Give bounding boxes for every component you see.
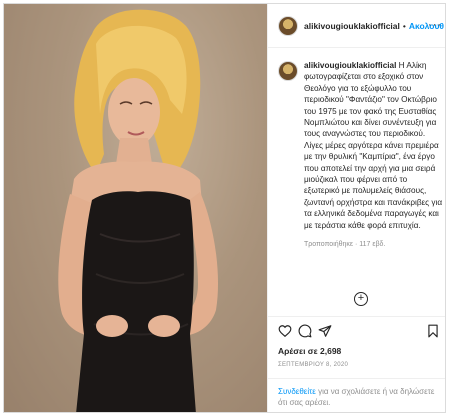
post-photo[interactable] (4, 4, 267, 412)
header-username[interactable]: alikivougiouklakiofficial (304, 21, 400, 31)
comment-icon[interactable] (298, 324, 312, 338)
action-bar (268, 316, 445, 344)
login-link[interactable]: Συνδεθείτε (278, 387, 316, 396)
caption-text: Η Αλίκη φωτογραφίζεται στο εξοχικό στον … (304, 61, 443, 230)
header-separator: • (402, 20, 406, 31)
login-prompt: Συνδεθείτε για να σχολιάσετε ή να δηλώσε… (268, 378, 445, 412)
paper-plane-icon[interactable] (318, 324, 332, 338)
likes-count[interactable]: Αρέσει σε 2,698 (278, 346, 341, 356)
avatar[interactable] (278, 15, 298, 36)
caption-body: alikivougiouklakiofficial Η Αλίκη φωτογρ… (304, 60, 444, 251)
more-options-icon[interactable]: ··· (428, 19, 442, 31)
post-header: alikivougiouklakiofficial • Ακολουθ ··· (268, 4, 445, 48)
heart-icon[interactable] (278, 324, 292, 338)
caption-meta: Τροποποιήθηκε · 117 εβδ. (304, 241, 386, 249)
instagram-post: alikivougiouklakiofficial • Ακολουθ ··· … (3, 3, 446, 413)
caption-username[interactable]: alikivougiouklakiofficial (304, 61, 396, 70)
post-side-panel: alikivougiouklakiofficial • Ακολουθ ··· … (267, 4, 445, 412)
load-more-comments-icon[interactable]: + (354, 292, 368, 306)
photo-illustration (4, 4, 267, 412)
caption: alikivougiouklakiofficial Η Αλίκη φωτογρ… (278, 60, 444, 251)
bookmark-icon[interactable] (426, 324, 440, 338)
caption-avatar[interactable] (278, 61, 298, 81)
post-date: ΣΕΠΤΕΜΒΡΙΟΥ 8, 2020 (278, 362, 349, 368)
